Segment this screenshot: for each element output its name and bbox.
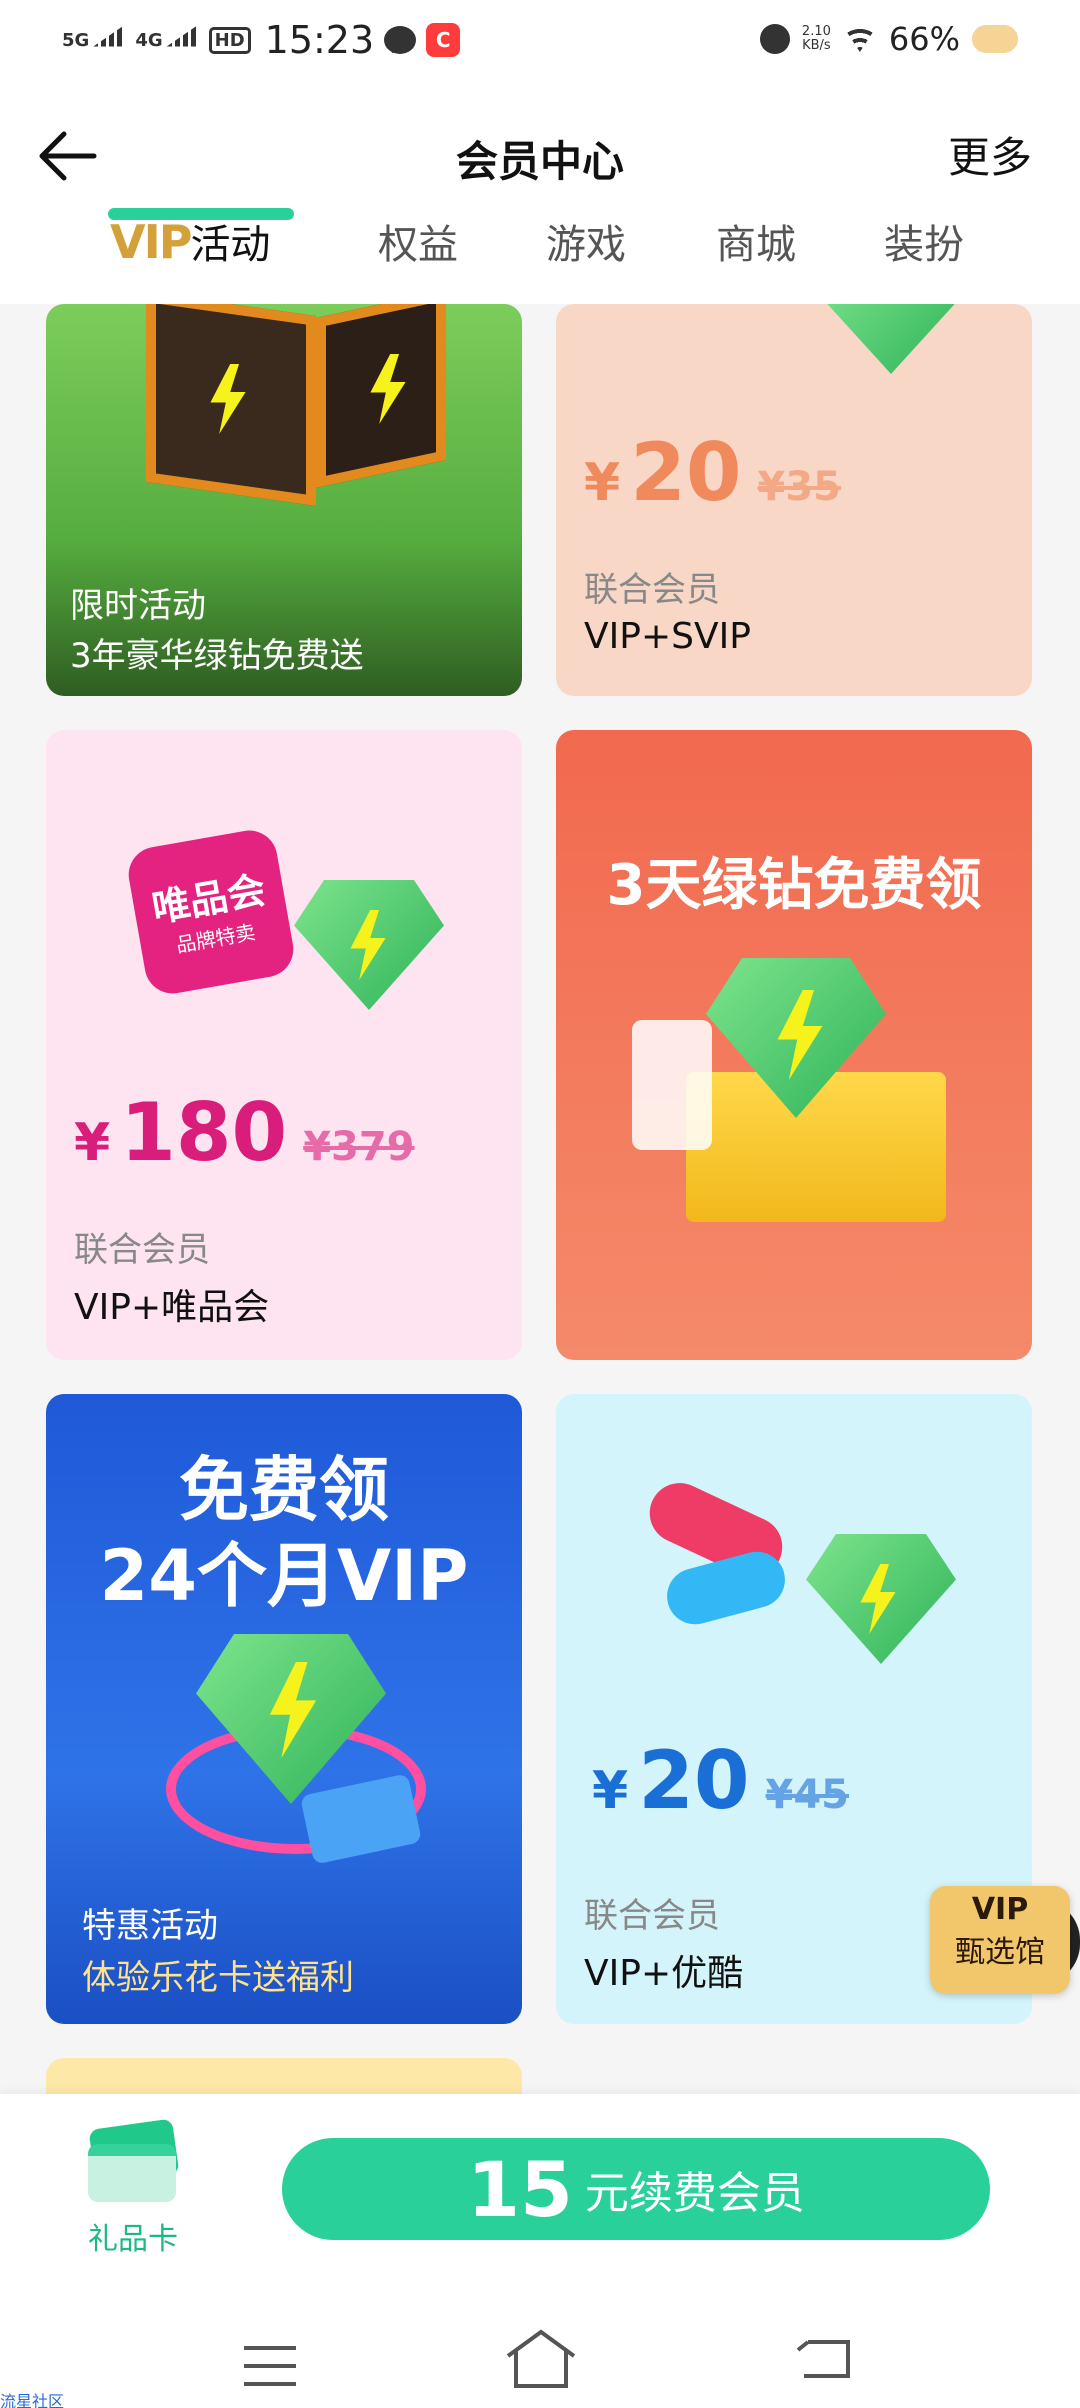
home-icon[interactable] xyxy=(504,2326,578,2392)
price: ¥20 ¥35 xyxy=(584,426,842,519)
card-title: VIP+SVIP xyxy=(584,616,751,657)
message-icon xyxy=(384,26,417,54)
net-speed: 2.10 KB/s xyxy=(801,24,831,53)
battery-level: 66% xyxy=(888,20,960,58)
card-subtitle: 联合会员 xyxy=(74,1230,210,1270)
battery-icon xyxy=(972,25,1018,53)
back-icon[interactable] xyxy=(794,2334,854,2384)
card-vip-vipshop[interactable]: 唯品会 品牌特卖 ¥180 ¥379 联合会员 VIP+唯品会 xyxy=(46,730,522,1360)
tab-bar: VIP活动 权益 游戏 商城 装扮 xyxy=(0,212,1080,292)
signal-4g-icon: 4G xyxy=(135,24,199,51)
active-tab-indicator xyxy=(108,208,294,220)
card-title: 3年豪华绿钻免费送 xyxy=(70,636,364,676)
card-free-24-month-vip[interactable]: 免费领 24个月VIP 特惠活动 体验乐花卡送福利 xyxy=(46,1394,522,2024)
tab-vip-activity[interactable]: VIP活动 xyxy=(110,212,270,270)
gift-card-label[interactable]: 礼品卡 xyxy=(88,2214,178,2258)
signal-5g-icon: 5G xyxy=(62,24,126,51)
card-vip-svip[interactable]: ¥20 ¥35 联合会员 VIP+SVIP xyxy=(556,304,1032,696)
card-title: VIP+优酷 xyxy=(584,1953,744,1994)
card-tag: 限时活动 xyxy=(70,586,206,626)
card-title: 体验乐花卡送福利 xyxy=(82,1958,354,1998)
youku-logo-part xyxy=(660,1545,792,1631)
page-header: 会员中心 更多 VIP活动 权益 游戏 商城 装扮 xyxy=(0,84,1080,304)
alarm-icon xyxy=(759,24,790,54)
tab-dressup[interactable]: 装扮 xyxy=(884,212,964,270)
recent-apps-icon[interactable] xyxy=(244,2346,296,2386)
card-headline: 3天绿钻免费领 xyxy=(606,853,982,918)
card-headline-2: 24个月VIP xyxy=(99,1535,469,1617)
price: ¥180 ¥379 xyxy=(74,1086,415,1179)
card-tag: 特惠活动 xyxy=(82,1906,218,1946)
tab-mall[interactable]: 商城 xyxy=(716,212,796,270)
gift-card-icon[interactable] xyxy=(84,2118,180,2204)
page-title: 会员中心 xyxy=(455,137,624,186)
cube-graphic-side xyxy=(316,304,446,488)
card-free-green-diamond[interactable]: 3天绿钻免费领 xyxy=(556,730,1032,1360)
clock: 15:23 xyxy=(264,18,375,62)
vipshop-logo: 唯品会 品牌特卖 xyxy=(124,826,298,998)
price: ¥20 ¥45 xyxy=(592,1734,850,1827)
card-subtitle: 联合会员 xyxy=(584,570,720,610)
watermark: 流星社区 xyxy=(0,2392,65,2408)
renew-membership-button[interactable]: 15 元续费会员 xyxy=(282,2138,990,2240)
wifi-icon xyxy=(842,26,877,52)
card-subtitle: 联合会员 xyxy=(584,1896,720,1936)
hd-voice-icon: HD xyxy=(208,26,251,54)
phone-graphic xyxy=(632,1020,712,1150)
status-bar: 5G 4G HD 15:23 C 2.10 KB/s 66% xyxy=(0,0,1080,84)
system-nav-bar xyxy=(0,2304,1080,2408)
tab-games[interactable]: 游戏 xyxy=(546,212,626,270)
card-title: VIP+唯品会 xyxy=(74,1287,270,1328)
vip-logo: VIP xyxy=(110,215,192,269)
card-limited-activity[interactable]: 限时活动 3年豪华绿钻免费送 xyxy=(46,304,522,696)
tab-benefits[interactable]: 权益 xyxy=(378,212,458,270)
bottom-action-bar: 礼品卡 15 元续费会员 xyxy=(0,2094,1080,2304)
app-notification-icon: C xyxy=(426,23,461,57)
diamond-icon xyxy=(826,304,956,374)
more-button[interactable]: 更多 xyxy=(948,124,1032,185)
vip-store-button[interactable]: VIP 甄选馆 xyxy=(930,1886,1070,1994)
